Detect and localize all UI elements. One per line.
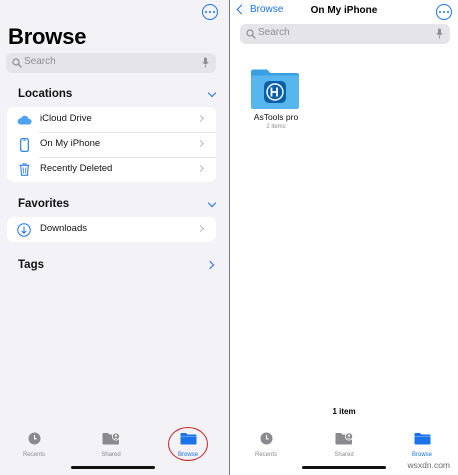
more-options-button[interactable] <box>436 4 452 20</box>
clock-icon <box>28 432 40 445</box>
folder-icon <box>414 433 430 445</box>
more-dot-icon <box>439 10 442 14</box>
highlight-circle-annotation <box>168 427 208 461</box>
iphone-icon <box>16 137 32 152</box>
on-my-iphone-screen: Browse On My iPhone Search AsTools pro 2… <box>230 0 458 475</box>
chevron-down-icon[interactable] <box>207 88 217 98</box>
favorites-list: Downloads <box>7 217 216 242</box>
tab-label: Browse <box>411 452 432 458</box>
shared-folder-icon <box>335 432 353 445</box>
home-indicator <box>71 466 155 469</box>
tab-label: Recents <box>254 452 277 458</box>
location-item-icloud-drive[interactable]: iCloud Drive <box>7 107 216 132</box>
tab-recents[interactable]: Recents <box>4 432 64 458</box>
location-item-on-my-iphone[interactable]: On My iPhone <box>7 132 216 157</box>
watermark: wsxdn.com <box>407 460 450 470</box>
location-label: Recently Deleted <box>40 163 113 174</box>
folder-item-count: 2 items <box>266 124 286 130</box>
search-input[interactable]: Search <box>6 53 216 73</box>
clock-icon <box>260 432 272 445</box>
tab-label: Recents <box>22 452 45 458</box>
download-icon <box>16 222 32 237</box>
search-icon <box>12 58 22 68</box>
search-icon <box>246 29 256 39</box>
more-dot-icon <box>442 10 446 14</box>
location-item-recently-deleted[interactable]: Recently Deleted <box>7 157 216 182</box>
total-item-count: 1 item <box>332 407 356 416</box>
search-placeholder: Search <box>258 27 290 38</box>
more-dot-icon <box>205 10 208 14</box>
more-dot-icon <box>446 10 449 14</box>
more-dot-icon <box>212 10 215 14</box>
search-input[interactable]: Search <box>240 24 450 44</box>
shared-folder-icon <box>102 432 120 445</box>
chevron-right-icon <box>196 224 205 233</box>
microphone-icon[interactable] <box>436 28 443 39</box>
tags-header[interactable]: Tags <box>18 259 44 271</box>
tab-recents[interactable]: Recents <box>236 432 296 458</box>
search-placeholder: Search <box>24 56 56 67</box>
app-folder-icon <box>251 69 299 109</box>
chevron-right-icon <box>196 114 205 123</box>
favorite-item-downloads[interactable]: Downloads <box>7 217 216 242</box>
more-dot-icon <box>208 10 212 14</box>
tab-label: Shared <box>101 452 121 458</box>
chevron-right-icon <box>196 139 205 148</box>
favorites-header[interactable]: Favorites <box>18 198 69 210</box>
tab-label: Shared <box>334 452 354 458</box>
favorite-label: Downloads <box>40 223 87 234</box>
chevron-right-icon <box>196 164 205 173</box>
trash-icon <box>16 162 32 177</box>
locations-header[interactable]: Locations <box>18 88 72 100</box>
tab-shared[interactable]: Shared <box>314 432 374 458</box>
home-indicator <box>302 466 386 469</box>
page-title: Browse <box>8 24 87 49</box>
chevron-down-icon[interactable] <box>207 198 217 208</box>
tab-shared[interactable]: Shared <box>81 432 141 458</box>
folder-name: AsTools pro <box>253 112 299 122</box>
location-label: On My iPhone <box>40 138 101 149</box>
tab-browse[interactable]: Browse <box>392 432 452 458</box>
chevron-right-icon[interactable] <box>205 260 215 270</box>
browse-screen: Browse Search Locations iCloud Drive On … <box>0 0 229 475</box>
location-label: iCloud Drive <box>40 113 92 124</box>
cloud-icon <box>16 112 32 127</box>
microphone-icon[interactable] <box>202 57 209 68</box>
more-options-button[interactable] <box>202 4 218 20</box>
nav-title: On My iPhone <box>310 5 378 16</box>
locations-list: iCloud Drive On My iPhone Recently Delet… <box>7 107 216 182</box>
